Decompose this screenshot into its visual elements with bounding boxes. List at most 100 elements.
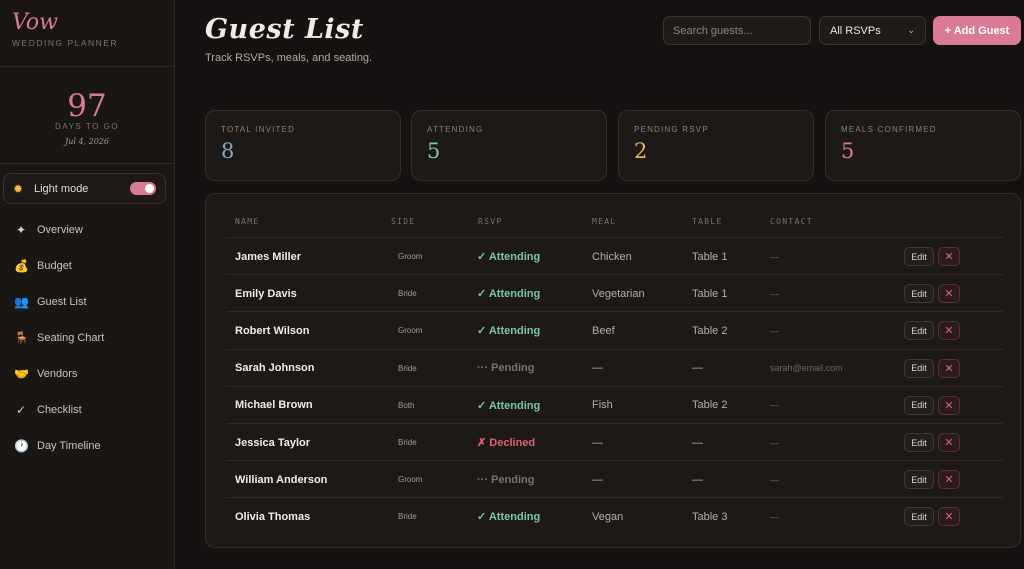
column-header-rsvp: RSVP (478, 217, 503, 226)
guest-table-assignment: Table 1 (692, 287, 728, 300)
guest-name: Robert Wilson (235, 324, 310, 337)
check-icon: ✓ (15, 403, 27, 417)
column-header-meal: MEAL (592, 217, 617, 226)
delete-button[interactable]: ✕ (938, 358, 960, 378)
delete-button[interactable]: ✕ (938, 321, 960, 341)
guest-side: Bride (398, 363, 417, 373)
rsvp-status: ··· Pending (477, 473, 535, 486)
delete-button[interactable]: ✕ (938, 284, 960, 304)
edit-button[interactable]: Edit (904, 321, 934, 341)
close-icon: ✕ (944, 511, 954, 524)
page-subtitle: Track RSVPs, meals, and seating. (205, 52, 373, 64)
rsvp-status: ✓ Attending (477, 399, 541, 412)
column-header-name: NAME (235, 217, 260, 226)
light-mode-switch[interactable] (130, 182, 156, 195)
guest-meal: Vegan (592, 510, 624, 523)
edit-button[interactable]: Edit (904, 395, 934, 415)
stat-card-attending: ATTENDING 5 (411, 110, 607, 181)
brand-name: Vow (12, 10, 58, 35)
guest-contact: — (770, 437, 779, 448)
rsvp-status: ··· Pending (477, 362, 535, 375)
rsvp-filter-select[interactable]: All RSVPs ⌄ (819, 16, 926, 45)
guest-side: Bride (398, 289, 417, 299)
sidebar-item-label: Guest List (37, 296, 87, 308)
sun-icon: ✹ (13, 181, 24, 196)
rsvp-status: ✓ Attending (477, 325, 541, 338)
column-header-table: TABLE (692, 217, 723, 226)
stat-value: 5 (841, 139, 855, 163)
sidebar-item-overview[interactable]: ✦ Overview (0, 212, 175, 248)
stat-label: PENDING RSVP (634, 125, 709, 134)
sidebar-item-day-timeline[interactable]: 🕐 Day Timeline (0, 428, 175, 464)
edit-button[interactable]: Edit (904, 507, 934, 527)
close-icon: ✕ (944, 325, 954, 338)
guest-name: Olivia Thomas (235, 510, 311, 523)
table-row: Robert Wilson Groom ✓ Attending Beef Table 2… (226, 311, 1003, 348)
close-icon: ✕ (944, 474, 954, 487)
page-title: Guest List (205, 14, 364, 45)
delete-button[interactable]: ✕ (938, 507, 960, 527)
guest-table-assignment: Table 2 (692, 399, 728, 412)
close-icon: ✕ (944, 437, 954, 449)
sidebar-item-label: Day Timeline (37, 440, 101, 452)
table-header: NAME SIDE RSVP MEAL TABLE CONTACT (206, 217, 1020, 237)
close-icon: ✕ (944, 362, 954, 375)
guest-contact: — (770, 474, 779, 485)
add-guest-button[interactable]: + Add Guest (933, 16, 1021, 45)
sidebar-item-seating-chart[interactable]: 🪑 Seating Chart (0, 320, 175, 356)
chevron-down-icon: ⌄ (907, 25, 915, 35)
edit-button[interactable]: Edit (904, 247, 934, 266)
rsvp-status: ✓ Attending (477, 251, 541, 263)
column-header-side: SIDE (391, 217, 416, 226)
wedding-date: Jul 4, 2026 (65, 137, 109, 146)
search-input[interactable] (663, 16, 811, 45)
edit-button[interactable]: Edit (904, 470, 934, 490)
sidebar-item-guest-list[interactable]: 👥 Guest List (0, 284, 175, 320)
guest-meal: Beef (592, 324, 615, 337)
edit-button[interactable]: Edit (904, 433, 934, 452)
sidebar-item-budget[interactable]: 💰 Budget (0, 248, 175, 284)
rsvp-status: ✗ Declined (477, 437, 536, 449)
rsvp-status: ✓ Attending (477, 511, 541, 524)
rsvp-status: ✓ Attending (477, 288, 541, 301)
guest-contact: — (770, 251, 779, 262)
delete-button[interactable]: ✕ (938, 470, 960, 490)
guest-name: Jessica Taylor (235, 436, 311, 449)
light-mode-label: Light mode (34, 182, 89, 195)
sidebar: Vow WEDDING PLANNER 97 DAYS TO GO Jul 4,… (0, 0, 175, 569)
sidebar-item-checklist[interactable]: ✓ Checklist (0, 392, 175, 428)
guest-table-assignment: — (692, 362, 703, 375)
guest-side: Groom (398, 326, 423, 336)
delete-button[interactable]: ✕ (938, 247, 960, 266)
table-row: Sarah Johnson Bride ··· Pending — — sarah@ema… (226, 348, 1003, 386)
guest-name: James Miller (235, 250, 302, 263)
rsvp-filter-value: All RSVPs (830, 24, 881, 37)
stat-value: 5 (427, 139, 441, 163)
guest-table: NAME SIDE RSVP MEAL TABLE CONTACT James Mille… (205, 193, 1021, 548)
close-icon: ✕ (944, 251, 954, 263)
stat-label: ATTENDING (427, 125, 484, 134)
delete-button[interactable]: ✕ (938, 433, 960, 452)
light-mode-toggle-row[interactable]: ✹ Light mode (3, 173, 166, 204)
sidebar-item-vendors[interactable]: 🤝 Vendors (0, 356, 175, 392)
delete-button[interactable]: ✕ (938, 395, 960, 415)
guest-contact: — (770, 400, 779, 411)
edit-button[interactable]: Edit (904, 358, 934, 378)
guest-contact: — (770, 288, 779, 299)
countdown: 97 DAYS TO GO Jul 4, 2026 (0, 67, 174, 164)
guest-name: Michael Brown (235, 399, 313, 412)
sidebar-item-label: Vendors (37, 368, 78, 380)
edit-button[interactable]: Edit (904, 284, 934, 304)
guest-contact: sarah@email.com (770, 363, 843, 374)
countdown-number: 97 (67, 88, 107, 124)
guest-meal: — (592, 436, 603, 449)
people-icon: 👥 (14, 295, 29, 309)
sidebar-item-label: Budget (37, 260, 72, 272)
table-row: Michael Brown Both ✓ Attending Fish Table 2 —… (226, 385, 1003, 423)
countdown-label: DAYS TO GO (55, 122, 119, 131)
brand-subtitle: WEDDING PLANNER (12, 38, 119, 48)
brand: Vow WEDDING PLANNER (0, 0, 174, 67)
guest-name: Sarah Johnson (235, 362, 315, 375)
table-row: James Miller Groom ✓ Attending Chicken Table… (226, 237, 1003, 274)
sidebar-item-label: Seating Chart (37, 332, 105, 344)
